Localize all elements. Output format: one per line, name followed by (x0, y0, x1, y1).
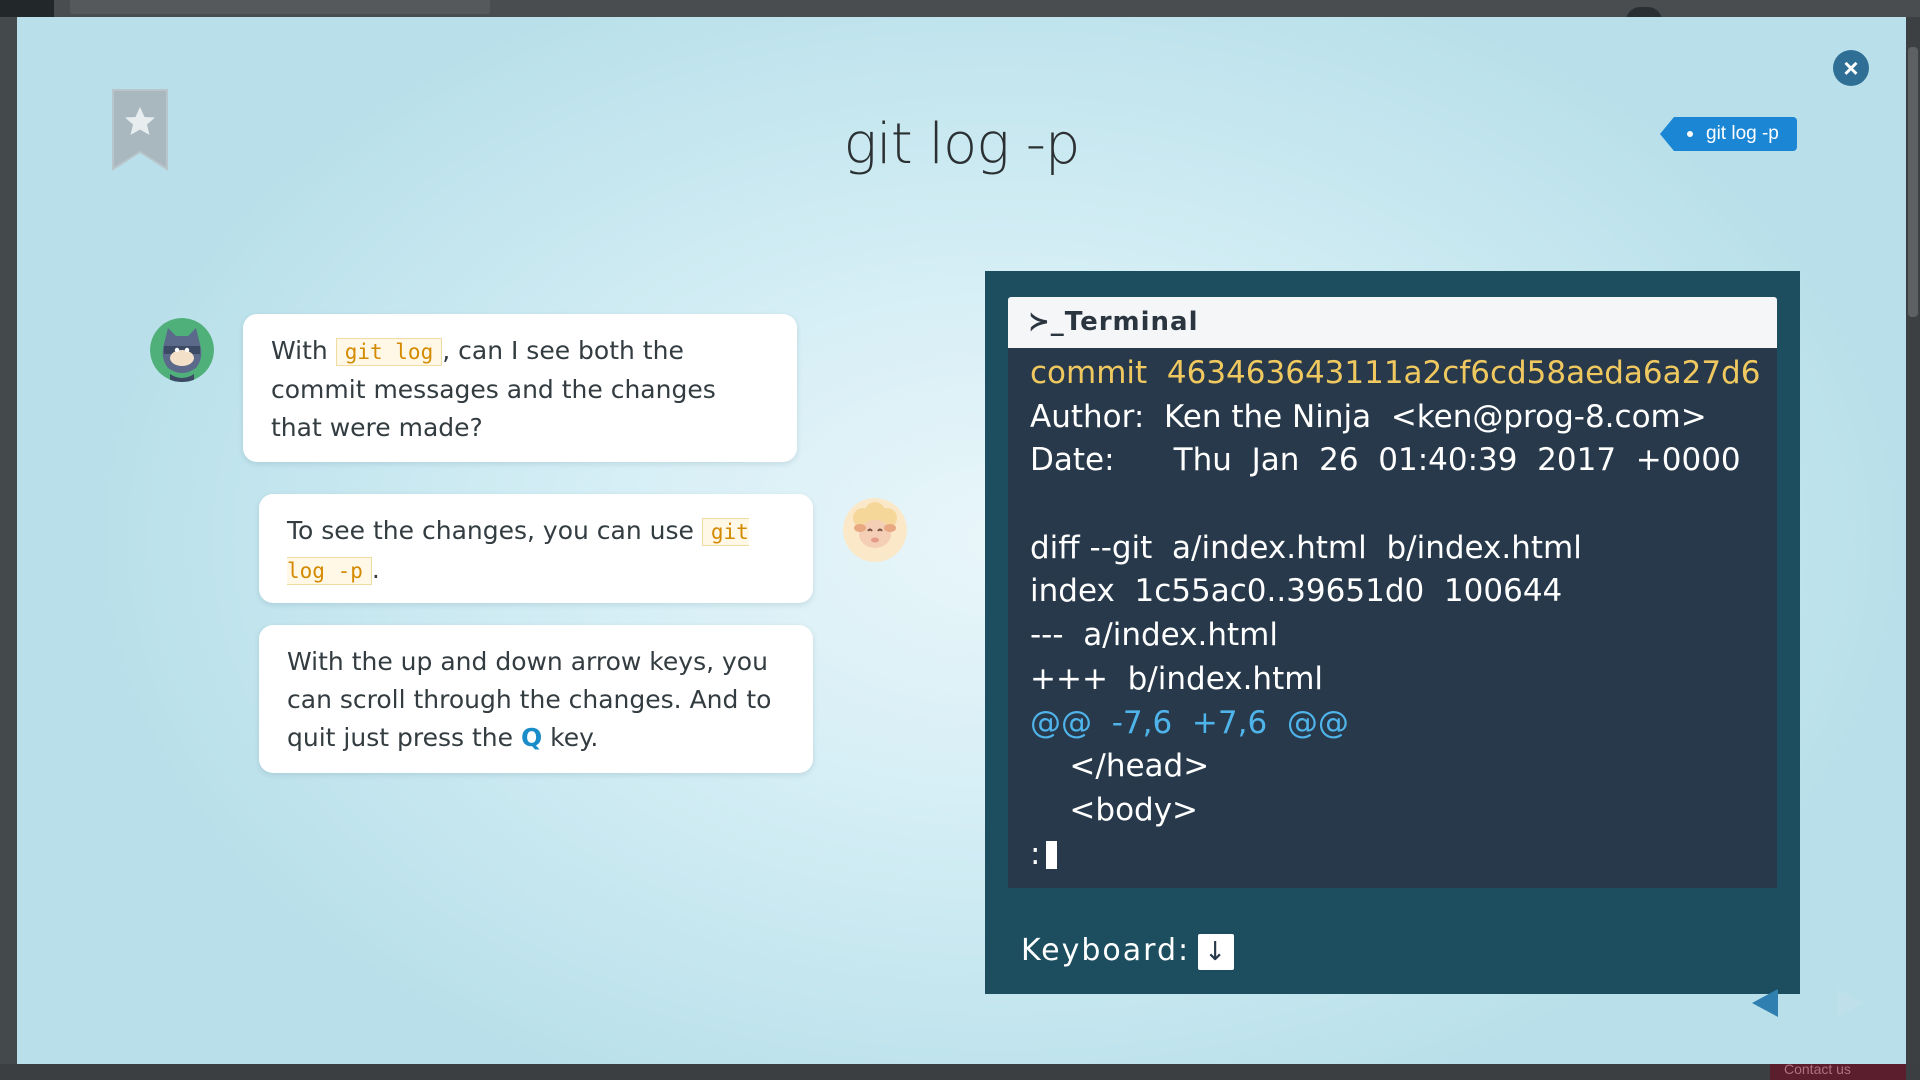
lesson-tag-label: git log -p (1706, 123, 1779, 144)
terminal-output[interactable]: commit 463463643111a2cf6cd58aeda6a27d6 A… (1008, 348, 1777, 888)
background-bottom-bar (0, 1064, 1920, 1080)
terminal-cursor (1046, 841, 1058, 870)
terminal-line-index: index 1c55ac0..39651d0 100644 (1030, 573, 1563, 610)
keyboard-label: Keyboard: (1021, 933, 1191, 968)
keyboard-hint: Keyboard: ↓ (1021, 931, 1235, 971)
page-scrollbar[interactable] (1906, 17, 1920, 1080)
scrollbar-thumb[interactable] (1908, 47, 1918, 317)
chat-bubble-sheep-answer: To see the changes, you can use git log … (259, 494, 813, 603)
bubble-text-before: With (271, 336, 336, 365)
background-top-bar (0, 0, 1920, 21)
prev-arrow-icon[interactable] (1752, 989, 1778, 1017)
terminal-line-minus-file: --- a/index.html (1030, 617, 1278, 654)
terminal-prompt-icon: ≻_ (1028, 307, 1065, 337)
terminal-header: ≻_Terminal (1008, 297, 1777, 348)
lesson-slide-modal: × git log -p git log -p With git log, ca… (17, 17, 1906, 1064)
bubble-text-before: To see the changes, you can use (287, 516, 702, 545)
pager-colon: : (1030, 835, 1041, 872)
next-arrow-icon[interactable] (1837, 989, 1863, 1017)
terminal-line-body-open: <body> (1030, 791, 1199, 828)
slide-title: git log -p (843, 112, 1081, 177)
terminal-line-hunk: @@ -7,6 +7,6 @@ (1030, 704, 1349, 741)
terminal-line-head-close: </head> (1030, 748, 1210, 785)
terminal-title: Terminal (1064, 307, 1199, 337)
terminal-line-diff: diff --git a/index.html b/index.html (1030, 529, 1582, 566)
chat-bubble-ninja-question: With git log, can I see both the commit … (243, 314, 797, 462)
tag-hole-icon (1687, 131, 1693, 137)
terminal-line-author: Author: Ken the Ninja <ken@prog-8.com> (1030, 398, 1707, 435)
background-progress-bar (70, 0, 490, 14)
close-icon[interactable]: × (1833, 50, 1869, 86)
terminal-line-plus-file: +++ b/index.html (1030, 660, 1324, 697)
chat-bubble-sheep-tip: With the up and down arrow keys, you can… (259, 625, 813, 773)
background-logo-block (0, 0, 54, 17)
terminal-line-date: Date: Thu Jan 26 01:40:39 2017 +0000 (1030, 442, 1741, 479)
terminal-line-pager-prompt: : (1030, 833, 1755, 877)
terminal-line-commit: commit 463463643111a2cf6cd58aeda6a27d6 (1030, 355, 1761, 391)
bubble-text-after: . (371, 555, 380, 584)
lesson-tag[interactable]: git log -p (1660, 117, 1797, 151)
ninja-avatar (150, 318, 214, 382)
terminal-panel: ≻_Terminal commit 463463643111a2cf6cd58a… (985, 271, 1800, 994)
bubble-text-after: key. (542, 723, 599, 752)
down-arrow-key-icon[interactable]: ↓ (1198, 933, 1235, 970)
inline-code: git log (335, 338, 443, 366)
sheep-avatar (843, 498, 907, 562)
key-q-label: Q (520, 723, 543, 752)
